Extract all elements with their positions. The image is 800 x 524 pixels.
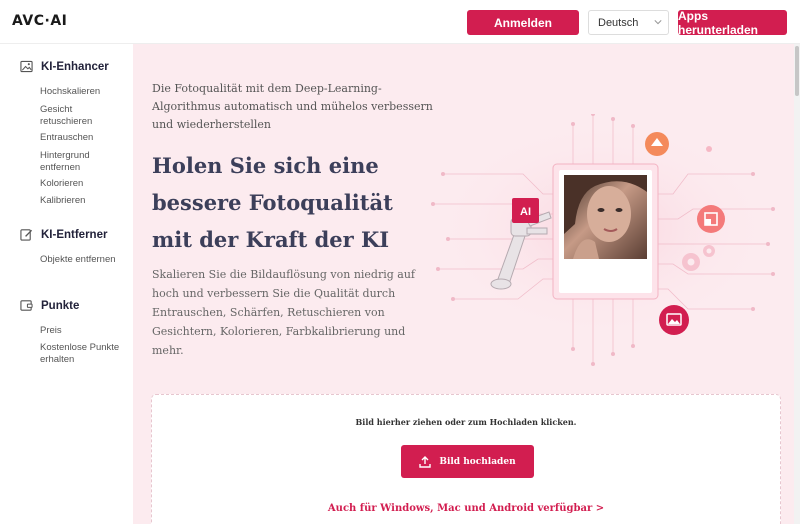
sidebar-item-kostenlose-punkte[interactable]: Kostenlose Punkte erhalten	[40, 342, 125, 366]
upload-dropzone[interactable]: Bild hierher ziehen oder zum Hochladen k…	[151, 394, 781, 524]
ai-badge: AI	[520, 206, 531, 218]
edit-icon	[20, 229, 33, 241]
platform-availability-link[interactable]: Auch für Windows, Mac und Android verfüg…	[152, 503, 780, 514]
image-icon	[20, 60, 33, 73]
language-value: Deutsch	[598, 16, 639, 29]
sidebar-section-title: KI-Entferner	[41, 228, 108, 241]
sidebar: KI-Enhancer Hochskalieren Gesicht retusc…	[0, 44, 133, 524]
upload-image-button[interactable]: Bild hochladen	[401, 445, 534, 478]
sidebar-item-preis[interactable]: Preis	[40, 325, 125, 337]
hero-intro: Die Fotoqualität mit dem Deep-Learning-A…	[152, 82, 433, 131]
top-header: AVC·AI Anmelden Deutsch Apps herunterlad…	[0, 0, 800, 44]
sidebar-item-entrauschen[interactable]: Entrauschen	[40, 132, 125, 144]
scrollbar-track[interactable]	[794, 44, 800, 524]
chevron-down-icon	[654, 20, 662, 25]
sidebar-item-hintergrund-entfernen[interactable]: Hintergrund entfernen	[40, 150, 125, 174]
sidebar-section-ki-entferner[interactable]: KI-Entferner	[20, 228, 107, 241]
hero-description: Skalieren Sie die Bildauflösung von nied…	[152, 268, 415, 357]
sidebar-section-punkte[interactable]: Punkte	[20, 299, 79, 312]
login-button[interactable]: Anmelden	[467, 10, 579, 35]
main-content: Die Fotoqualität mit dem Deep-Learning-A…	[133, 44, 800, 524]
sidebar-section-title: KI-Enhancer	[41, 60, 109, 73]
wallet-icon	[20, 300, 33, 311]
upload-icon	[419, 455, 432, 468]
scrollbar-thumb[interactable]	[795, 46, 799, 96]
upload-hint: Bild hierher ziehen oder zum Hochladen k…	[355, 417, 577, 427]
sidebar-item-kolorieren[interactable]: Kolorieren	[40, 178, 125, 190]
photo-enhance-icon	[659, 305, 689, 335]
language-select[interactable]: Deutsch	[588, 10, 669, 35]
hero-illustration: AI	[431, 114, 775, 366]
sidebar-section-title: Punkte	[41, 299, 80, 312]
download-apps-button[interactable]: Apps herunterladen	[678, 9, 787, 37]
logo[interactable]: AVC·AI	[12, 13, 67, 29]
sidebar-item-gesicht-retuschieren[interactable]: Gesicht retuschieren	[40, 104, 125, 128]
sidebar-item-objekte-entfernen[interactable]: Objekte entfernen	[40, 254, 125, 266]
page-title: Holen Sie sich eine bessere Fotoqualität…	[152, 153, 393, 252]
upload-button-label: Bild hochladen	[439, 456, 516, 467]
sidebar-section-ki-enhancer[interactable]: KI-Enhancer	[20, 60, 109, 73]
sidebar-item-hochskalieren[interactable]: Hochskalieren	[40, 86, 125, 98]
sidebar-item-kalibrieren[interactable]: Kalibrieren	[40, 195, 125, 207]
